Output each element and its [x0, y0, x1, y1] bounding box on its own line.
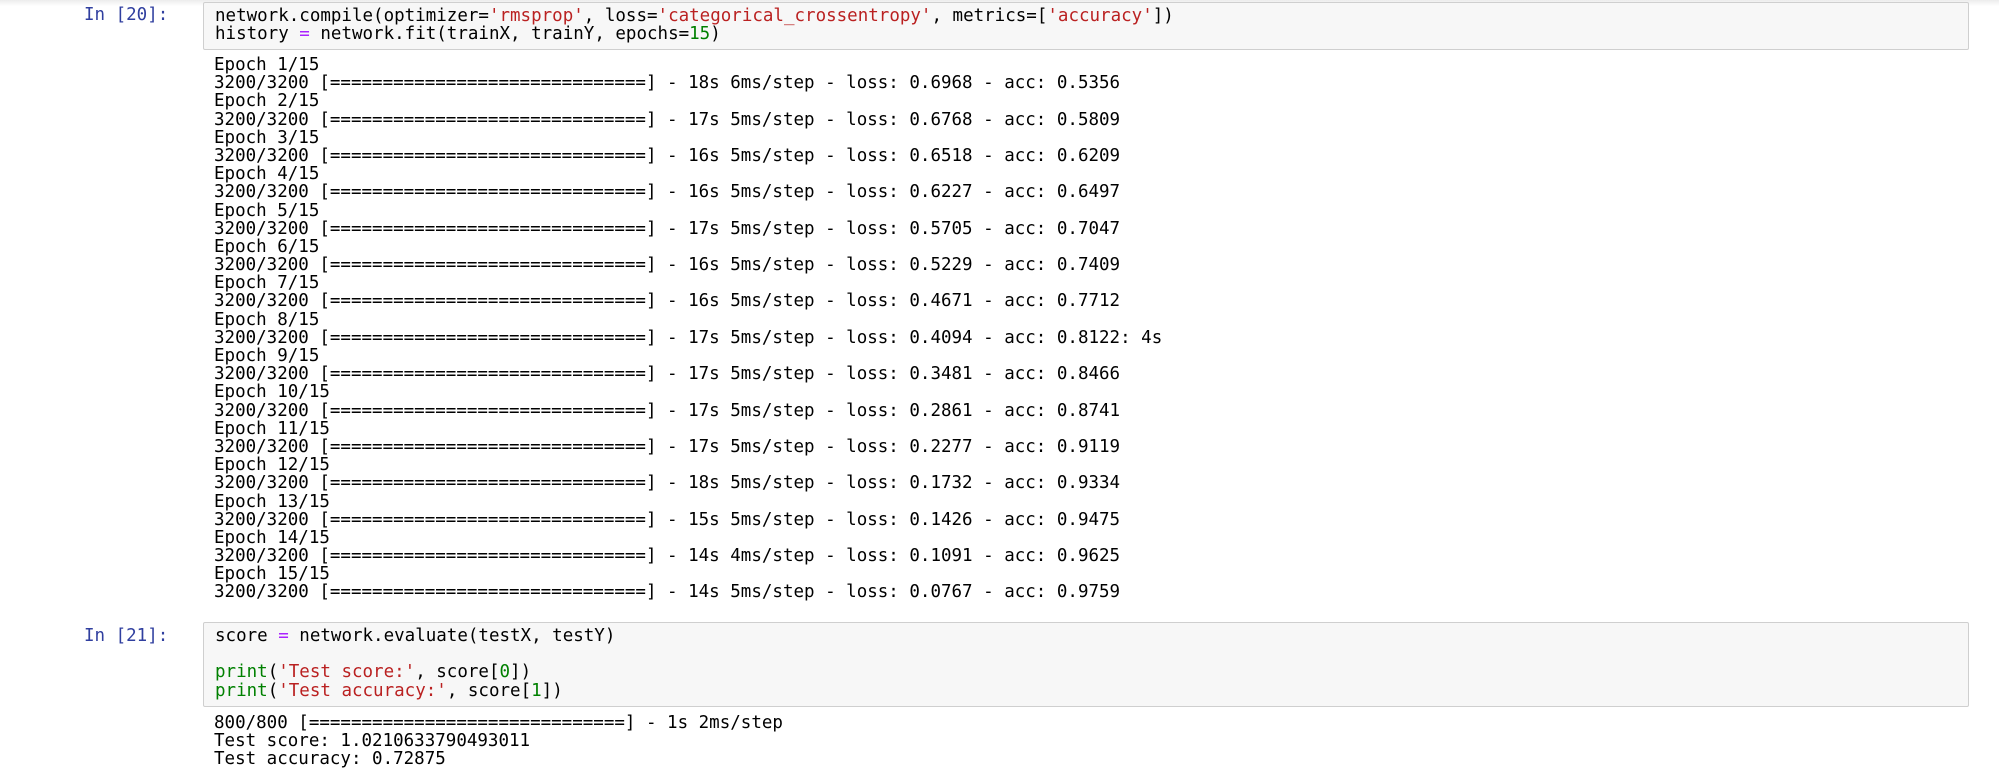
code-line: history = network.fit(trainX, trainY, ep… [215, 25, 1968, 43]
code-string: 'Test accuracy:' [278, 680, 447, 701]
output-line: 3200/3200 [=============================… [214, 73, 1121, 94]
output-line: 3200/3200 [=============================… [214, 255, 1121, 276]
code-text: , score[ [446, 680, 532, 701]
code-text: , score[ [415, 662, 500, 683]
code-number: 15 [689, 24, 711, 45]
code-line: network.compile(optimizer='rmsprop', los… [215, 7, 1968, 25]
code-number: 0 [499, 662, 511, 683]
code-text: ( [267, 662, 279, 683]
output-line: 3200/3200 [=============================… [214, 109, 1121, 130]
output-line: 3200/3200 [=============================… [214, 546, 1121, 567]
output-line: 3200/3200 [=============================… [214, 509, 1121, 530]
output-line: Epoch 6/15 [214, 236, 320, 257]
output-line: Epoch 9/15 [214, 346, 320, 366]
code-string: 'categorical_crossentropy' [657, 6, 932, 26]
code-text: score [215, 626, 279, 646]
code-text: ]) [541, 680, 563, 701]
output-line: 3200/3200 [=============================… [214, 400, 1121, 421]
code-text: ( [267, 680, 279, 701]
output-line: 3200/3200 [=============================… [214, 218, 1121, 239]
code-text: ]) [1152, 6, 1174, 26]
output-line: Epoch 3/15 [214, 127, 320, 148]
code-text: network.fit(trainX, trainY, epochs= [309, 24, 690, 45]
output-line: Epoch 10/15 [214, 382, 330, 403]
output-line: Epoch 15/15 [214, 564, 330, 585]
output-line: Epoch 12/15 [214, 455, 330, 476]
output-line: 3200/3200 [=============================… [214, 582, 1121, 603]
output-line: Epoch 5/15 [214, 200, 320, 221]
code-operator: = [299, 24, 310, 45]
code-text: network.compile(optimizer= [215, 6, 489, 26]
output-line: Epoch 13/15 [214, 491, 330, 512]
code-input-area[interactable]: score = network.evaluate(testX, testY) p… [203, 622, 1969, 707]
code-line: score = network.evaluate(testX, testY) [215, 627, 1968, 645]
code-text: ) [710, 24, 721, 45]
output-line: Epoch 2/15 [214, 91, 320, 112]
code-text: , metrics=[ [931, 6, 1048, 26]
input-prompt: In [21]: [84, 626, 169, 646]
code-text: history [215, 24, 300, 45]
code-text: , loss= [583, 6, 658, 26]
output-line: 3200/3200 [=============================… [214, 182, 1121, 203]
output-line: 3200/3200 [=============================… [214, 291, 1121, 312]
code-line: print('Test score:', score[0]) [215, 663, 1968, 681]
output-line: Epoch 14/15 [214, 527, 330, 548]
output-line: 800/800 [==============================]… [214, 713, 783, 733]
code-string: 'accuracy' [1047, 6, 1153, 26]
output-line: Test score: 1.0210633790493011 [214, 731, 531, 752]
code-number: 1 [531, 680, 542, 701]
code-builtin: print [215, 662, 268, 683]
output-line: Epoch 8/15 [214, 309, 320, 330]
code-builtin: print [215, 680, 268, 701]
output-line: Epoch 4/15 [214, 164, 320, 185]
code-operator: = [278, 626, 289, 646]
output-line: Epoch 11/15 [214, 418, 330, 439]
output-line: 3200/3200 [=============================… [214, 145, 1121, 166]
output-line: 3200/3200 [=============================… [214, 473, 1121, 494]
code-input-area[interactable]: network.compile(optimizer='rmsprop', los… [203, 2, 1969, 50]
output-area: Epoch 1/15 3200/3200 [==================… [203, 56, 1969, 602]
output-line: Epoch 7/15 [214, 273, 320, 294]
output-line: 3200/3200 [=============================… [214, 364, 1121, 385]
code-string: 'rmsprop' [488, 6, 584, 26]
code-text: network.evaluate(testX, testY) [288, 626, 616, 646]
code-string: 'Test score:' [278, 662, 416, 683]
code-line: print('Test accuracy:', score[1]) [215, 680, 1968, 701]
code-text: ]) [510, 662, 532, 683]
input-prompt: In [20]: [84, 5, 169, 25]
output-line: Epoch 1/15 [214, 55, 320, 75]
output-line: 3200/3200 [=============================… [214, 327, 1163, 348]
output-area: 800/800 [==============================]… [203, 714, 1969, 769]
output-line: 3200/3200 [=============================… [214, 436, 1121, 457]
output-line: Test accuracy: 0.72875 [214, 749, 446, 770]
notebook: In [20]: network.compile(optimizer='rmsp… [0, 0, 1999, 777]
